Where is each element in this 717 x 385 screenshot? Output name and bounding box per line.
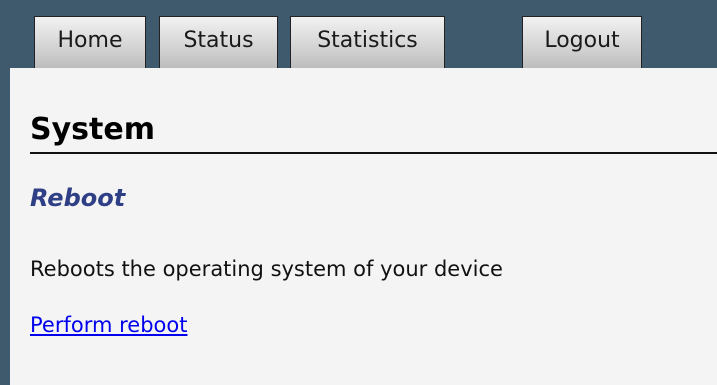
tab-status[interactable]: Status <box>159 16 278 68</box>
perform-reboot-link[interactable]: Perform reboot <box>30 310 187 340</box>
reboot-description: Reboots the operating system of your dev… <box>30 257 503 281</box>
title-divider <box>30 152 717 154</box>
tab-bar: Home Status Statistics Logout <box>0 0 717 68</box>
section-title: Reboot <box>30 184 126 212</box>
tab-logout[interactable]: Logout <box>522 16 642 68</box>
tab-home[interactable]: Home <box>34 16 146 68</box>
page-title: System <box>30 112 155 147</box>
content-panel: System Reboot Reboots the operating syst… <box>10 68 717 385</box>
tab-statistics[interactable]: Statistics <box>290 16 445 68</box>
